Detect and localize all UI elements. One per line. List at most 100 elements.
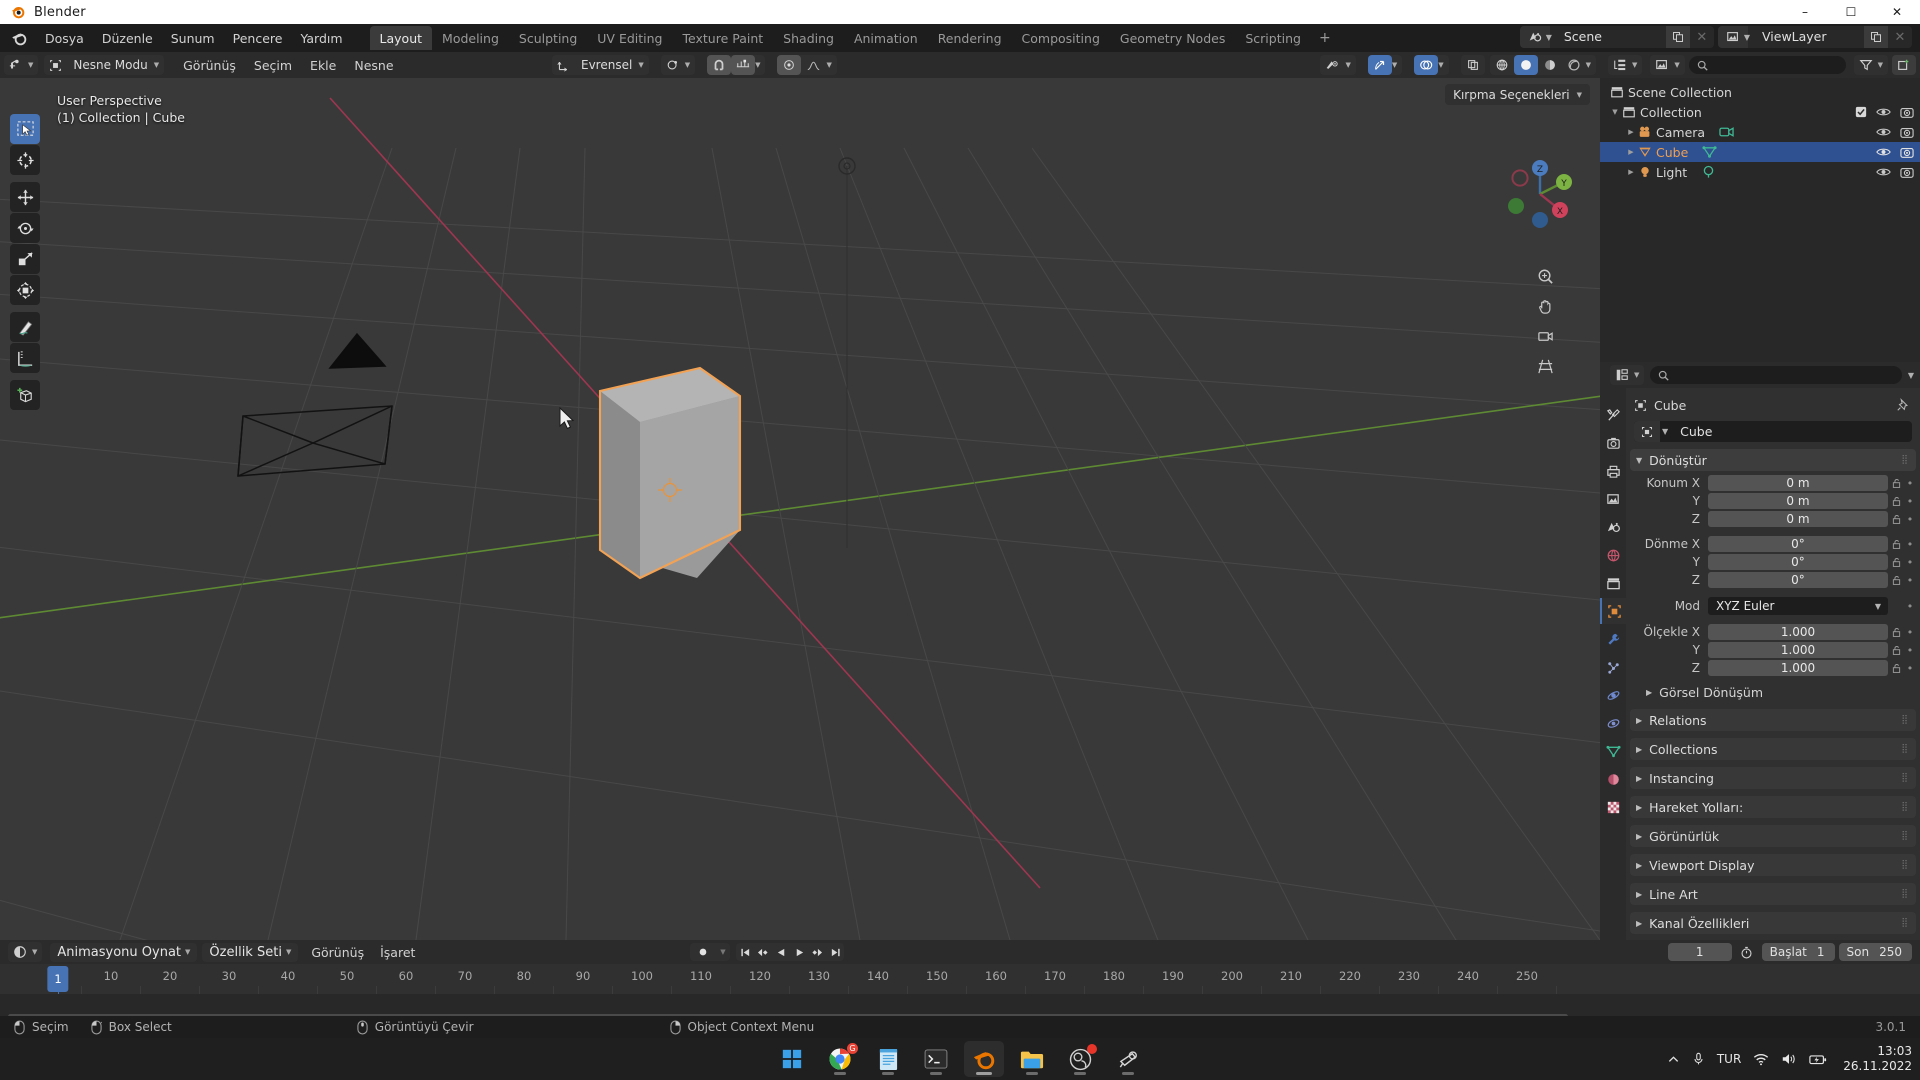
move-tool[interactable] (10, 182, 40, 212)
physics-tab[interactable] (1600, 682, 1626, 708)
notepad-taskbar-icon[interactable] (868, 1041, 908, 1077)
overlays-controls[interactable]: ▼ (1414, 55, 1449, 75)
location-y-field[interactable]: 0 m (1708, 493, 1888, 509)
particles-tab[interactable] (1600, 654, 1626, 680)
viewlayer-name[interactable]: ViewLayer (1754, 26, 1864, 48)
tweak-select-tool[interactable] (10, 114, 40, 144)
line-art-panel[interactable]: ▶ Line Art ⣿ (1630, 883, 1916, 905)
animate-dot-icon[interactable]: • (1904, 574, 1916, 587)
scale-x-field[interactable]: 1.000 (1708, 624, 1888, 640)
properties-editor[interactable]: ▼ ▼ Cube ▼ Cube ▼ Dönüştür ⣿ Konum X 0 m… (1600, 362, 1920, 940)
play-icon[interactable] (790, 943, 808, 961)
animate-dot-icon[interactable]: • (1904, 538, 1916, 551)
timeline-ruler[interactable]: 10 20 30 40 50 60 70 80 90 100 110 120 1… (0, 964, 1920, 1024)
outliner-row-scene-collection[interactable]: Scene Collection (1600, 82, 1920, 102)
collections-panel[interactable]: ▶ Collections ⣿ (1630, 738, 1916, 760)
orthographic-icon[interactable] (1532, 353, 1558, 379)
wifi-icon[interactable] (1753, 1053, 1769, 1066)
start-frame-field[interactable]: Başlat 1 (1761, 943, 1835, 961)
animate-dot-icon[interactable]: • (1904, 495, 1916, 508)
eye-icon[interactable] (1320, 55, 1345, 75)
viewport-menu-nesne[interactable]: Nesne (345, 55, 402, 76)
add-cube-tool[interactable] (10, 380, 40, 410)
playback-menu[interactable]: Animasyonu Oynat ▼ (50, 942, 198, 962)
gizmo-controls[interactable]: ▼ (1367, 55, 1403, 75)
overlays-icon[interactable] (1414, 55, 1439, 75)
checkbox-icon[interactable] (1855, 106, 1867, 118)
start-button[interactable] (772, 1041, 812, 1077)
microphone-icon[interactable] (1692, 1052, 1705, 1066)
menu-yardim[interactable]: Yardım (291, 28, 351, 49)
camera-render-icon[interactable] (1900, 106, 1914, 119)
location-x-field[interactable]: 0 m (1708, 475, 1888, 491)
world-tab[interactable] (1600, 542, 1626, 568)
delta-transform-subpanel[interactable]: ▶ Görsel Dönüşüm (1630, 682, 1916, 702)
output-tab[interactable] (1600, 458, 1626, 484)
menu-pencere[interactable]: Pencere (224, 28, 292, 49)
rotation-mode-dropdown[interactable]: XYZ Euler ▼ (1708, 597, 1888, 615)
tab-rendering[interactable]: Rendering (928, 26, 1012, 50)
object-id-field[interactable]: ▼ Cube (1634, 421, 1912, 442)
scale-z-field[interactable]: 1.000 (1708, 660, 1888, 676)
falloff-curve-icon[interactable] (801, 55, 826, 75)
menu-dosya[interactable]: Dosya (36, 28, 93, 49)
next-keyframe-icon[interactable] (808, 943, 826, 961)
tab-modeling[interactable]: Modeling (432, 26, 509, 50)
3d-viewport[interactable]: ▼ Nesne Modu ▼ Görünüş Seçim Ekle Nesne (0, 52, 1600, 940)
properties-editor-type-icon[interactable] (1610, 365, 1634, 385)
volume-icon[interactable] (1781, 1052, 1797, 1066)
jump-end-icon[interactable] (826, 943, 844, 961)
rotate-tool[interactable] (10, 213, 40, 243)
navigation-gizmo[interactable]: Z Y X (1502, 156, 1578, 232)
constraints-tab[interactable] (1600, 710, 1626, 736)
audio-app-taskbar-icon[interactable] (1108, 1041, 1148, 1077)
lock-icon[interactable] (1888, 557, 1904, 568)
viewport-canvas[interactable]: User Perspective (1) Collection | Cube K… (0, 78, 1600, 940)
zoom-icon[interactable] (1532, 263, 1558, 289)
record-icon[interactable] (690, 943, 716, 961)
xray-icon[interactable] (1461, 55, 1485, 75)
object-name-value[interactable]: Cube (1672, 424, 1712, 439)
gizmo-icon[interactable] (1367, 55, 1392, 75)
lock-icon[interactable] (1888, 478, 1904, 489)
animate-dot-icon[interactable]: • (1904, 644, 1916, 657)
properties-options-caret-icon[interactable]: ▼ (1908, 371, 1914, 380)
scene-tab[interactable] (1600, 514, 1626, 540)
current-frame-field[interactable]: 1 (1667, 943, 1732, 961)
outliner-row-light[interactable]: ▶ Light (1600, 162, 1920, 182)
rotation-z-field[interactable]: 0° (1708, 572, 1888, 588)
jump-start-icon[interactable] (736, 943, 754, 961)
viewport-display-panel[interactable]: ▶ Viewport Display ⣿ (1630, 854, 1916, 876)
properties-search-input[interactable] (1650, 366, 1902, 384)
pan-icon[interactable] (1532, 293, 1558, 319)
camera-icon[interactable] (1532, 323, 1558, 349)
object-visibility-selector[interactable]: ▼ (1320, 55, 1356, 75)
relations-panel[interactable]: ▶ Relations ⣿ (1630, 709, 1916, 731)
material-shading-button[interactable] (1538, 55, 1562, 75)
viewport-menu-secim[interactable]: Seçim (245, 55, 301, 76)
blender-taskbar-icon[interactable] (964, 1041, 1004, 1077)
end-frame-field[interactable]: Son 250 (1838, 943, 1912, 961)
lock-icon[interactable] (1888, 539, 1904, 550)
transform-tool[interactable] (10, 275, 40, 305)
tab-uv-editing[interactable]: UV Editing (587, 26, 672, 50)
outliner-display-mode[interactable]: ▼ (1650, 55, 1685, 75)
remove-viewlayer-button[interactable]: ✕ (1888, 26, 1912, 48)
annotate-tool[interactable] (10, 312, 40, 342)
animate-dot-icon[interactable]: • (1904, 477, 1916, 490)
magnet-icon[interactable] (707, 55, 732, 75)
editor-type-icon[interactable] (4, 55, 28, 75)
object-tab[interactable] (1600, 598, 1626, 624)
timeline-editor[interactable]: ▼ Animasyonu Oynat ▼ Özellik Seti ▼ Görü… (0, 940, 1920, 1024)
object-id-caret-icon[interactable]: ▼ (1662, 427, 1672, 436)
texture-tab[interactable] (1600, 794, 1626, 820)
camera-render-icon[interactable] (1900, 146, 1914, 159)
xray-toggle[interactable] (1460, 55, 1485, 75)
new-viewlayer-button[interactable] (1864, 26, 1888, 48)
taskbar-clock[interactable]: 13:03 26.11.2022 (1839, 1044, 1912, 1074)
timeline-view-menu[interactable]: Görünüş (303, 942, 372, 963)
modifier-tab[interactable] (1600, 626, 1626, 652)
use-preview-range-icon[interactable] (1736, 946, 1758, 959)
wireframe-shading-button[interactable] (1490, 55, 1514, 75)
editor-type-selector[interactable]: ▼ (4, 55, 39, 75)
